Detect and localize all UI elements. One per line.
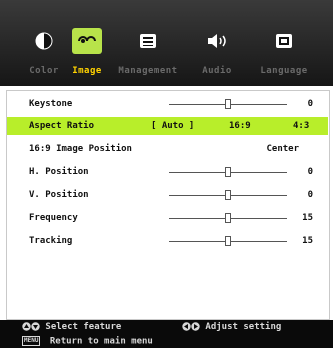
return-text: Return to main menu bbox=[49, 336, 153, 347]
tracking-row[interactable]: Tracking 15 bbox=[13, 232, 333, 250]
aspect-ratio-row[interactable]: Aspect Ratio [ Auto ] 16:9 4:3 bbox=[7, 117, 328, 135]
frequency-slider-thumb[interactable] bbox=[225, 213, 231, 223]
audio-icon bbox=[202, 28, 232, 54]
adjust-setting-text: Adjust setting bbox=[205, 322, 282, 332]
select-feature-hint: Select feature bbox=[22, 322, 121, 332]
h-position-label: H. Position bbox=[29, 167, 89, 177]
image-position-value: Center bbox=[266, 144, 299, 154]
management-icon bbox=[133, 28, 163, 54]
keystone-slider-thumb[interactable] bbox=[225, 99, 231, 109]
h-position-value: 0 bbox=[307, 167, 313, 177]
tracking-label: Tracking bbox=[29, 236, 73, 246]
aspect-ratio-option-16-9[interactable]: 16:9 bbox=[229, 121, 251, 131]
tab-language-label: Language bbox=[260, 66, 308, 76]
image-position-row[interactable]: 16:9 Image Position Center bbox=[13, 140, 333, 158]
language-icon bbox=[269, 28, 299, 54]
color-icon bbox=[29, 28, 59, 54]
aspect-ratio-option-4-3[interactable]: 4:3 bbox=[293, 121, 309, 131]
tab-management[interactable]: Management bbox=[118, 28, 178, 84]
help-footer: Select feature Adjust setting MENU Retur… bbox=[0, 320, 333, 348]
frequency-row[interactable]: Frequency 15 bbox=[13, 209, 333, 227]
tab-image-label: Image bbox=[72, 66, 102, 76]
projector-osd: Color Image Management Audio Language Ke… bbox=[0, 0, 333, 348]
frequency-slider[interactable] bbox=[169, 213, 287, 223]
v-position-row[interactable]: V. Position 0 bbox=[13, 186, 333, 204]
h-position-slider[interactable] bbox=[169, 167, 287, 177]
image-position-label: 16:9 Image Position bbox=[29, 144, 132, 154]
aspect-ratio-option-auto[interactable]: [ Auto ] bbox=[151, 121, 194, 131]
image-icon bbox=[72, 28, 102, 54]
keystone-row[interactable]: Keystone 0 bbox=[13, 95, 333, 113]
frequency-label: Frequency bbox=[29, 213, 78, 223]
tab-bar: Color Image Management Audio Language bbox=[0, 0, 333, 86]
tab-language[interactable]: Language bbox=[244, 28, 324, 84]
v-position-slider[interactable] bbox=[169, 190, 287, 200]
frequency-value: 15 bbox=[302, 213, 313, 223]
keystone-label: Keystone bbox=[29, 99, 73, 109]
left-right-arrows-icon bbox=[182, 322, 205, 332]
aspect-ratio-label: Aspect Ratio bbox=[29, 121, 95, 131]
h-position-slider-thumb[interactable] bbox=[225, 167, 231, 177]
h-position-row[interactable]: H. Position 0 bbox=[13, 163, 333, 181]
tab-image[interactable]: Image bbox=[57, 28, 117, 84]
tab-audio-label: Audio bbox=[202, 66, 232, 76]
tracking-slider-thumb[interactable] bbox=[225, 236, 231, 246]
menu-key-icon: MENU bbox=[22, 336, 41, 346]
tab-management-label: Management bbox=[118, 66, 178, 76]
tracking-slider[interactable] bbox=[169, 236, 287, 246]
up-down-arrows-icon bbox=[22, 322, 45, 332]
return-hint: MENU Return to main menu bbox=[22, 336, 153, 347]
v-position-value: 0 bbox=[307, 190, 313, 200]
tab-audio[interactable]: Audio bbox=[187, 28, 247, 84]
v-position-slider-thumb[interactable] bbox=[225, 190, 231, 200]
tracking-value: 15 bbox=[302, 236, 313, 246]
keystone-slider[interactable] bbox=[169, 99, 287, 109]
adjust-setting-hint: Adjust setting bbox=[182, 322, 281, 332]
v-position-label: V. Position bbox=[29, 190, 89, 200]
select-feature-text: Select feature bbox=[45, 322, 122, 332]
keystone-value: 0 bbox=[307, 99, 313, 109]
